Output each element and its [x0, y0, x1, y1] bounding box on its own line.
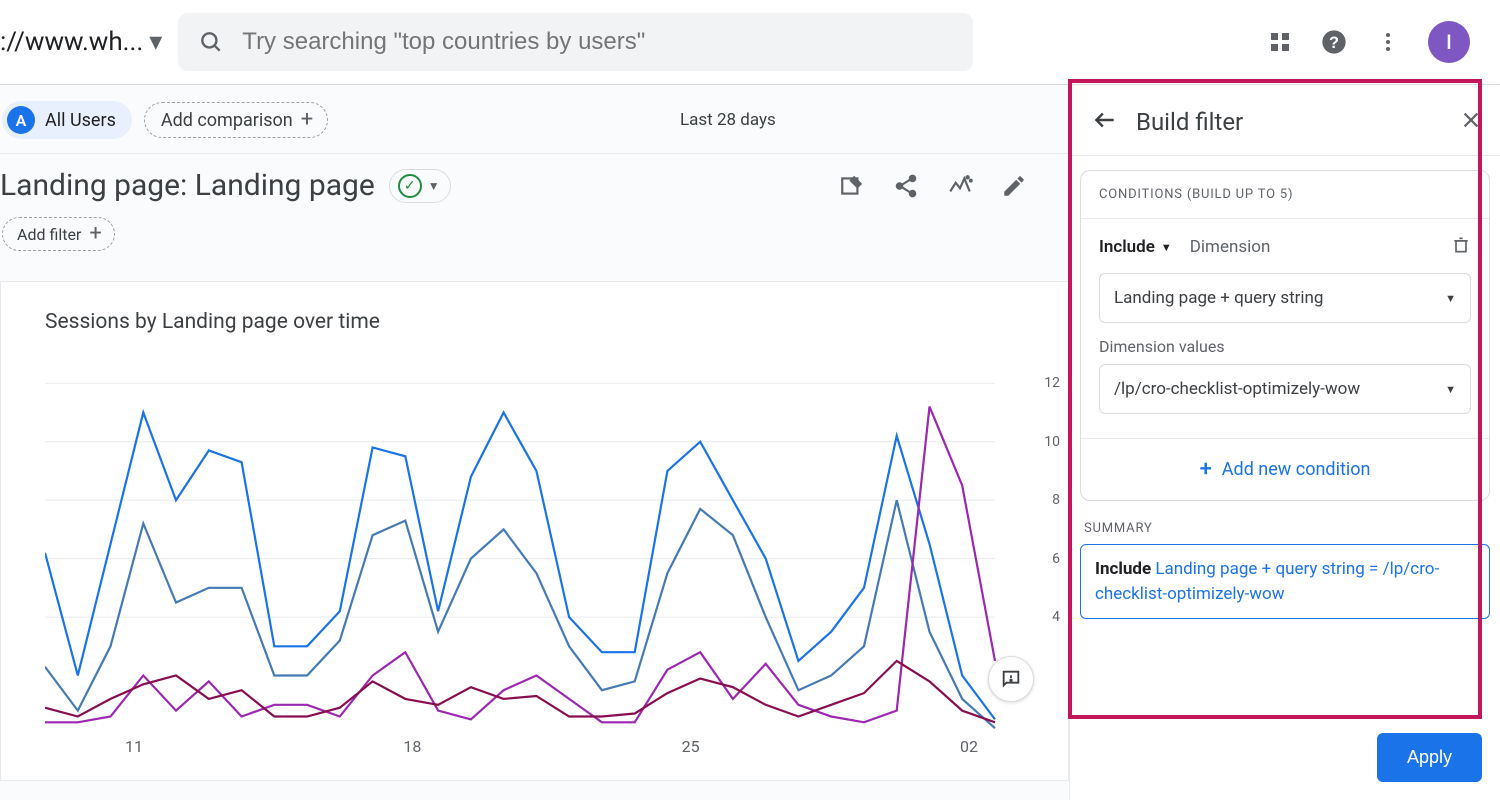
delete-icon[interactable]	[1451, 235, 1471, 259]
summary-heading: SUMMARY	[1084, 521, 1486, 536]
share-icon[interactable]	[893, 173, 919, 199]
x-tick: 11	[125, 737, 143, 756]
property-url[interactable]: ://www.wh... ▾	[0, 27, 168, 57]
y-tick: 4	[1052, 609, 1060, 625]
add-filter-button[interactable]: Add filter +	[2, 217, 115, 251]
add-filter-label: Add filter	[17, 225, 81, 244]
x-tick: 02	[960, 737, 978, 756]
add-comparison-button[interactable]: Add comparison +	[144, 102, 328, 138]
status-pill[interactable]: ✓ ▼	[389, 169, 451, 203]
plus-icon: +	[89, 223, 101, 245]
dimension-values-value: /lp/cro-checklist-optimizely-wow	[1114, 379, 1360, 399]
topbar-actions: ? I	[1268, 21, 1488, 63]
dimension-value: Landing page + query string	[1114, 288, 1323, 308]
edit-icon[interactable]	[1001, 173, 1027, 199]
segment-badge: A	[7, 106, 35, 134]
conditions-header: CONDITIONS (BUILD UP TO 5)	[1081, 171, 1489, 219]
panel-header: Build filter	[1070, 85, 1500, 156]
chevron-down-icon: ▼	[1445, 383, 1456, 396]
topbar: ://www.wh... ▾ ? I	[0, 0, 1500, 84]
chevron-down-icon: ▾	[149, 27, 162, 57]
report-main: A All Users Add comparison + Last 28 day…	[0, 85, 1070, 800]
chart-card: Sessions by Landing page over time 4 6 8 10…	[0, 281, 1069, 781]
checkmark-icon: ✓	[398, 174, 422, 198]
include-exclude-select[interactable]: Include ▼	[1099, 237, 1172, 257]
summary-include: Include	[1095, 559, 1151, 579]
search-bar[interactable]	[178, 13, 973, 71]
search-icon	[198, 29, 224, 55]
comparison-row: A All Users Add comparison + Last 28 day…	[0, 85, 1069, 154]
customize-icon[interactable]	[839, 173, 865, 199]
apply-button[interactable]: Apply	[1377, 733, 1482, 782]
avatar-initial: I	[1446, 30, 1452, 54]
page-title: Landing page: Landing page	[0, 168, 375, 203]
y-tick: 12	[1044, 375, 1060, 391]
add-comparison-label: Add comparison	[161, 110, 293, 131]
dimension-select[interactable]: Landing page + query string ▼	[1099, 273, 1471, 323]
y-tick: 10	[1044, 434, 1060, 450]
filter-panel: Build filter CONDITIONS (BUILD UP TO 5) …	[1070, 85, 1500, 800]
y-tick: 6	[1052, 551, 1060, 567]
more-icon[interactable]	[1376, 30, 1400, 54]
report-actions	[839, 173, 1057, 199]
plus-icon: +	[301, 109, 313, 131]
chevron-down-icon: ▼	[428, 179, 440, 193]
svg-text:?: ?	[1329, 34, 1339, 52]
y-tick: 8	[1052, 492, 1060, 508]
back-icon[interactable]	[1092, 107, 1118, 137]
dimension-heading: Dimension	[1190, 237, 1271, 257]
add-condition-button[interactable]: + Add new condition	[1081, 438, 1489, 500]
chevron-down-icon: ▼	[1161, 241, 1172, 254]
dimension-values-select[interactable]: /lp/cro-checklist-optimizely-wow ▼	[1099, 364, 1471, 414]
chart-title: Sessions by Landing page over time	[45, 310, 1058, 334]
segment-label: All Users	[45, 110, 116, 131]
close-icon[interactable]	[1460, 109, 1482, 135]
chart-area: 4 6 8 10 12 11 18 25 02	[45, 354, 1058, 754]
chevron-down-icon: ▼	[1445, 292, 1456, 305]
avatar[interactable]: I	[1428, 21, 1470, 63]
apps-icon[interactable]	[1268, 30, 1292, 54]
add-condition-label: Add new condition	[1222, 459, 1371, 480]
include-label: Include	[1099, 237, 1155, 257]
property-url-text: ://www.wh...	[0, 27, 143, 57]
search-input[interactable]	[242, 28, 953, 56]
plus-icon: +	[1200, 457, 1212, 482]
segment-chip-all-users[interactable]: A All Users	[2, 101, 132, 139]
panel-title: Build filter	[1136, 108, 1442, 136]
line-chart	[45, 354, 1035, 754]
title-row: Landing page: Landing page ✓ ▼	[0, 154, 1069, 213]
date-range[interactable]: Last 28 days	[680, 110, 776, 130]
values-label: Dimension values	[1099, 337, 1471, 356]
feedback-button[interactable]	[988, 656, 1034, 702]
x-tick: 25	[682, 737, 700, 756]
summary-box: Include Landing page + query string = /l…	[1080, 544, 1490, 619]
x-tick: 18	[403, 737, 421, 756]
conditions-card: CONDITIONS (BUILD UP TO 5) Include ▼ Dim…	[1080, 170, 1490, 501]
insights-icon[interactable]	[947, 173, 973, 199]
help-icon[interactable]: ?	[1320, 28, 1348, 56]
